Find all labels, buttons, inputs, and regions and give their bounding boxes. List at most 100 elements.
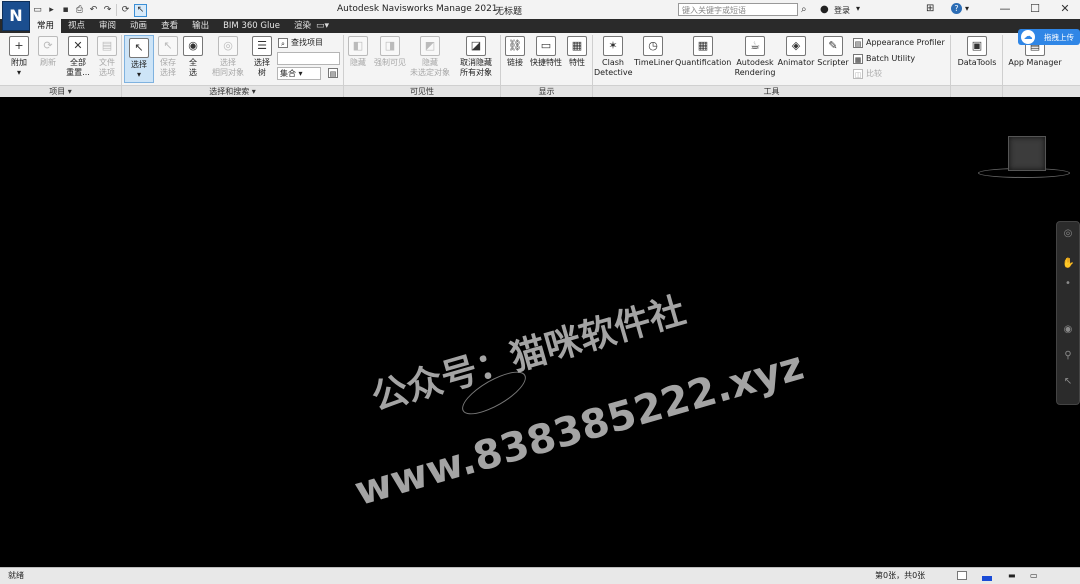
unhide-all-button[interactable]: ◪ 取消隐藏 所有对象 (456, 36, 496, 78)
tab-review[interactable]: 审阅 (92, 19, 123, 33)
new-file-icon[interactable]: ▭ (32, 5, 43, 16)
tab-viewpoint[interactable]: 视点 (61, 19, 92, 33)
chevron-down-icon[interactable]: ▾ (856, 4, 860, 13)
links-button[interactable]: ⛓ 链接 (503, 36, 527, 68)
document-title: 无标题 (495, 7, 523, 17)
tab-view[interactable]: 查看 (154, 19, 185, 33)
selection-tree-button[interactable]: ☰ 选择树 (250, 36, 274, 78)
tab-home[interactable]: 常用 (30, 19, 62, 33)
datatools-button[interactable]: ▣ DataTools (954, 36, 1000, 68)
sets-dropdown[interactable]: 集合 ▾ (277, 67, 321, 80)
file-options-icon: ▤ (97, 36, 117, 56)
upload-badge[interactable]: ☁ 拖拽上传 (1018, 29, 1080, 45)
properties-button[interactable]: ▦ 特性 (565, 36, 589, 68)
refresh-button[interactable]: ⟳ 刷新 (34, 36, 62, 68)
appearance-profiler-button[interactable]: ▤ Appearance Profiler (853, 37, 945, 49)
steering-wheel-icon[interactable]: ◎ (1062, 228, 1074, 240)
visibility-panel-title: 可见性 (344, 85, 500, 97)
pan-hand-icon[interactable]: ✋ (1062, 258, 1074, 270)
select-arrow-icon[interactable]: ↖ (1062, 376, 1074, 388)
batch-utility-button[interactable]: ▦ Batch Utility (853, 53, 915, 65)
select-panel-title[interactable]: 选择和搜索 ▾ (122, 85, 343, 97)
select-all-button[interactable]: ◉ 全选 (182, 36, 204, 78)
quantification-icon: ▦ (693, 36, 713, 56)
require-button[interactable]: ◨ 强制可见 (372, 36, 408, 68)
select-button[interactable]: ↖ 选择 ▾ (124, 35, 154, 83)
sheet-browser-icon[interactable] (957, 571, 967, 580)
print-icon[interactable]: ⎙ (74, 5, 85, 16)
timeliner-icon: ◷ (643, 36, 663, 56)
help-icon[interactable]: ? (951, 3, 962, 14)
panel-toggle-icon[interactable]: ▭▾ (316, 19, 329, 33)
hide-icon: ◧ (348, 36, 368, 56)
app-menu-logo[interactable]: N (2, 1, 30, 31)
viewcube[interactable] (1008, 136, 1046, 171)
clash-detective-button[interactable]: ✶ Clash Detective (594, 36, 633, 78)
select-cursor-icon[interactable]: ↖ (134, 3, 147, 17)
batch-utility-icon: ▦ (853, 53, 863, 64)
minimize-button[interactable]: — (990, 0, 1020, 18)
select-same-button[interactable]: ◎ 选择 相同对象 (208, 36, 248, 78)
animator-button[interactable]: ◈ Animator (777, 36, 815, 68)
undo-icon[interactable]: ↶ (88, 5, 99, 16)
display-panel-label: 显示 (538, 87, 555, 96)
scripter-label: Scripter (817, 58, 849, 67)
quick-find-input[interactable] (277, 52, 340, 65)
upload-badge-label: 拖拽上传 (1044, 33, 1074, 42)
tab-animation[interactable]: 动画 (123, 19, 154, 33)
compare-button[interactable]: ◫ 比较 (853, 68, 882, 80)
unhide-all-label2: 所有对象 (460, 68, 492, 77)
hide-button[interactable]: ◧ 隐藏 (346, 36, 370, 68)
timeliner-button[interactable]: ◷ TimeLiner (634, 36, 674, 68)
project-panel-title[interactable]: 项目 ▾ (0, 85, 121, 97)
chevron-down-icon[interactable]: ▾ (965, 4, 969, 13)
tab-render[interactable]: 渲染 (287, 19, 318, 33)
redo-icon[interactable]: ↷ (102, 5, 113, 16)
tab-output[interactable]: 输出 (185, 19, 216, 33)
select-cursor-icon: ↖ (129, 38, 149, 58)
save-selection-label: 保存 (160, 58, 176, 67)
walk-icon[interactable]: ⚲ (1062, 350, 1074, 362)
links-label: 链接 (507, 58, 523, 67)
append-button[interactable]: + 附加 ▾ (6, 36, 32, 78)
select-same-label: 选择 (220, 58, 236, 67)
scripter-button[interactable]: ✎ Scripter (816, 36, 850, 68)
help-search-input[interactable]: 键入关键字或短语 (678, 3, 798, 16)
hide-label: 隐藏 (350, 58, 366, 67)
find-items-button[interactable]: ⌕ 查找项目 (278, 37, 323, 49)
binoculars-search-icon[interactable]: ⌕ (801, 3, 814, 16)
project-panel-label: 项目 (49, 87, 66, 96)
save-icon[interactable]: ▪ (60, 5, 71, 16)
save-selection-button[interactable]: ↖ 保存 选择 (156, 36, 180, 78)
refresh-icon[interactable]: ⟳ (120, 5, 131, 16)
performance-indicator-icon (982, 576, 992, 581)
maximize-button[interactable]: ☐ (1020, 0, 1050, 18)
append-label: 附加 (11, 58, 27, 67)
quick-properties-button[interactable]: ▭ 快捷特性 (529, 36, 563, 68)
chevron-down-icon: ▾ (16, 68, 21, 77)
cloud-icon: ☁ (1021, 30, 1035, 44)
open-file-icon[interactable]: ▸ (46, 5, 57, 16)
tools-panel-label: 工具 (763, 87, 780, 96)
disk-icon: ▭ (1030, 571, 1038, 580)
selection-tree-label2: 树 (258, 68, 266, 77)
timeliner-label: TimeLiner (634, 58, 674, 67)
quick-properties-icon: ▭ (536, 36, 556, 56)
reset-all-label: 全部 (70, 58, 86, 67)
autodesk-rendering-button[interactable]: ☕ Autodesk Rendering (734, 36, 776, 78)
navigation-bar: ◎ ✋ • ◉ ⚲ ↖ (1056, 221, 1080, 405)
quantification-button[interactable]: ▦ Quantification (675, 36, 731, 68)
hide-unselected-button[interactable]: ◩ 隐藏 未选定对象 (408, 36, 452, 78)
manage-sets-icon[interactable]: ▤ (328, 67, 341, 79)
close-button[interactable]: ✕ (1050, 0, 1080, 18)
sets-dropdown-value: 集合 (280, 69, 296, 78)
cart-icon[interactable]: ⊞ (926, 3, 934, 14)
orbit-icon[interactable]: ◉ (1062, 324, 1074, 336)
zoom-icon[interactable]: • (1062, 278, 1074, 290)
login-button[interactable]: 登录 (834, 5, 850, 16)
status-text: 就绪 (8, 571, 24, 580)
file-options-label2: 选项 (99, 68, 115, 77)
file-options-button[interactable]: ▤ 文件 选项 (94, 36, 120, 78)
tab-bim360[interactable]: BIM 360 Glue (216, 19, 287, 33)
reset-all-button[interactable]: ✕ 全部 重置... (64, 36, 92, 78)
